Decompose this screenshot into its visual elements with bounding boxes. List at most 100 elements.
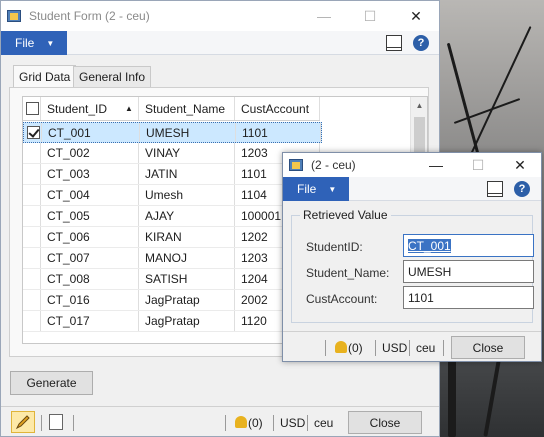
retrieved-value-group: Retrieved Value StudentID: CT_001 Studen… <box>291 208 534 323</box>
chevron-down-icon: ▼ <box>328 184 337 194</box>
table-cell[interactable]: CT_007 <box>41 248 139 268</box>
help-icon[interactable]: ? <box>413 35 429 51</box>
row-checkbox[interactable] <box>23 164 41 184</box>
chevron-down-icon: ▼ <box>46 38 55 48</box>
close-button[interactable]: Close <box>348 411 422 434</box>
column-header-student-name[interactable]: Student_Name <box>139 97 235 120</box>
close-button-label: Close <box>472 340 504 355</box>
table-cell[interactable]: CT_001 <box>42 123 140 142</box>
file-menu-label: File <box>15 36 35 50</box>
table-cell[interactable]: CT_017 <box>41 311 139 331</box>
row-checkbox[interactable] <box>23 290 41 310</box>
row-checkbox[interactable] <box>23 143 41 163</box>
table-cell[interactable]: CT_008 <box>41 269 139 289</box>
row-checkbox[interactable] <box>23 248 41 268</box>
table-cell[interactable]: CT_002 <box>41 143 139 163</box>
minimize-icon[interactable]: — <box>415 153 457 177</box>
student-id-label: StudentID: <box>306 240 363 254</box>
row-checkbox[interactable] <box>23 311 41 331</box>
table-cell[interactable]: JagPratap <box>139 311 235 331</box>
table-row[interactable]: CT_016 JagPratap 2002 <box>23 290 320 311</box>
layout-icon[interactable] <box>386 35 402 51</box>
currency-label: USD <box>382 341 408 355</box>
file-menu-button[interactable]: File ▼ <box>283 177 349 201</box>
table-cell[interactable]: CT_006 <box>41 227 139 247</box>
select-all-checkbox[interactable] <box>23 97 41 120</box>
table-cell[interactable]: JagPratap <box>139 290 235 310</box>
table-cell[interactable]: UMESH <box>140 123 236 142</box>
row-checkbox[interactable] <box>23 269 41 289</box>
table-cell[interactable]: CT_005 <box>41 206 139 226</box>
tab-label: General Info <box>79 70 146 84</box>
close-button-label: Close <box>369 415 401 430</box>
cust-account-field[interactable]: 1101 <box>403 286 534 309</box>
table-cell[interactable]: MANOJ <box>139 248 235 268</box>
maximize-icon[interactable]: ☐ <box>457 153 499 177</box>
row-checkbox[interactable] <box>23 206 41 226</box>
table-cell[interactable]: CT_004 <box>41 185 139 205</box>
table-row[interactable]: CT_003 JATIN 1101 <box>23 164 320 185</box>
edit-pencil-icon[interactable] <box>11 411 35 433</box>
table-row[interactable]: CT_008 SATISH 1204 <box>23 269 320 290</box>
column-header-label: Student_ID <box>47 101 108 116</box>
student-id-value: CT_001 <box>408 238 451 253</box>
table-row[interactable]: CT_005 AJAY 100001 <box>23 206 320 227</box>
dialog-title: (2 - ceu) <box>311 158 356 172</box>
row-checkbox[interactable] <box>24 123 42 142</box>
table-cell[interactable]: Umesh <box>139 185 235 205</box>
minimize-icon[interactable]: — <box>301 1 347 31</box>
column-header-label: Student_Name <box>145 101 226 116</box>
app-icon <box>289 157 305 173</box>
file-menu-button[interactable]: File ▼ <box>1 31 67 55</box>
table-cell[interactable]: VINAY <box>139 143 235 163</box>
table-row[interactable]: CT_001 UMESH 1101 <box>23 122 322 143</box>
close-icon[interactable]: ✕ <box>393 1 439 31</box>
table-row[interactable]: CT_002 VINAY 1203 <box>23 143 320 164</box>
table-row[interactable]: CT_007 MANOJ 1203 <box>23 248 320 269</box>
row-checkbox[interactable] <box>23 227 41 247</box>
table-cell[interactable]: CT_016 <box>41 290 139 310</box>
student-name-field[interactable]: UMESH <box>403 260 534 283</box>
help-icon[interactable]: ? <box>514 181 530 197</box>
close-icon[interactable]: ✕ <box>499 153 541 177</box>
table-cell[interactable]: KIRAN <box>139 227 235 247</box>
dialog-ribbon: File ▼ ? <box>283 177 541 201</box>
student-name-label: Student_Name: <box>306 266 390 280</box>
bell-icon[interactable] <box>335 341 347 353</box>
attachment-icon[interactable] <box>49 414 63 430</box>
maximize-icon[interactable]: ☐ <box>347 1 393 31</box>
table-row[interactable]: CT_004 Umesh 1104 <box>23 185 320 206</box>
table-cell[interactable]: JATIN <box>139 164 235 184</box>
table-row[interactable]: CT_017 JagPratap 1120 <box>23 311 320 332</box>
table-cell[interactable]: AJAY <box>139 206 235 226</box>
table-row[interactable]: CT_006 KIRAN 1202 <box>23 227 320 248</box>
dialog-status-bar: (0) USD ceu Close <box>283 331 541 361</box>
app-icon <box>7 8 23 24</box>
bell-icon[interactable] <box>235 416 247 428</box>
grid-header: Student_ID ▲ Student_Name CustAccount <box>23 97 320 121</box>
row-checkbox[interactable] <box>23 185 41 205</box>
generate-button[interactable]: Generate <box>10 371 93 395</box>
column-header-cust-account[interactable]: CustAccount <box>235 97 320 120</box>
student-id-field[interactable]: CT_001 <box>403 234 534 257</box>
currency-label: USD <box>280 416 306 430</box>
tab-grid-data[interactable]: Grid Data <box>13 65 77 88</box>
window-title: Student Form (2 - ceu) <box>29 9 150 23</box>
scroll-up-icon[interactable]: ▲ <box>411 101 427 110</box>
layout-icon[interactable] <box>487 181 503 197</box>
dialog-title-bar: (2 - ceu) — ☐ ✕ <box>283 153 541 177</box>
generate-button-label: Generate <box>26 376 77 390</box>
cust-account-value: 1101 <box>408 290 434 305</box>
table-cell[interactable]: 1101 <box>236 123 321 142</box>
table-cell[interactable]: SATISH <box>139 269 235 289</box>
company-label: ceu <box>416 341 436 355</box>
tab-general-info[interactable]: General Info <box>73 66 152 87</box>
title-bar: Student Form (2 - ceu) — ☐ ✕ <box>1 1 439 31</box>
ribbon: File ▼ ? <box>1 31 439 55</box>
student-name-value: UMESH <box>408 264 452 279</box>
column-header-student-id[interactable]: Student_ID ▲ <box>41 97 139 120</box>
close-button[interactable]: Close <box>451 336 525 359</box>
company-label: ceu <box>314 416 334 430</box>
status-bar: (0) USD ceu Close <box>1 406 439 436</box>
table-cell[interactable]: CT_003 <box>41 164 139 184</box>
